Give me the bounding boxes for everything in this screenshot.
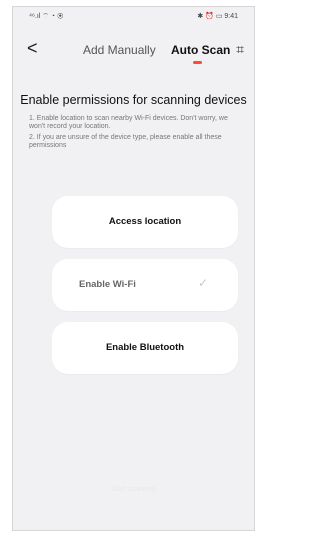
top-nav: < Add Manually Auto Scan ⌗	[13, 37, 254, 67]
app-screen: ⁴⁶.ıl ⌔ ◔ ◉ ✱ ⏰ ▭ 9:41 < Add Manually Au…	[12, 6, 255, 531]
start-scanning-button[interactable]: Start scanning	[13, 486, 254, 493]
enable-bluetooth-label: Enable Bluetooth	[105, 342, 185, 353]
back-button[interactable]: <	[27, 38, 38, 58]
check-icon: ✓	[197, 276, 208, 290]
tab-add-manually[interactable]: Add Manually	[83, 43, 156, 57]
tab-auto-scan[interactable]: Auto Scan	[171, 43, 230, 57]
scan-icon[interactable]: ⌗	[236, 41, 244, 58]
status-right-icons: ✱ ⏰ ▭ 9:41	[197, 13, 238, 20]
page-title: Enable permissions for scanning devices	[20, 93, 247, 107]
note-location: 1. Enable location to scan nearby Wi-Fi …	[29, 115, 228, 130]
access-location-button[interactable]: Access location	[52, 196, 238, 248]
note-permissions: 2. If you are unsure of the device type,…	[29, 134, 222, 149]
enable-wifi-button[interactable]: Enable Wi-Fi ✓	[52, 259, 238, 311]
status-bar: ⁴⁶.ıl ⌔ ◔ ◉ ✱ ⏰ ▭ 9:41	[13, 7, 254, 25]
permission-notes: 1. Enable location to scan nearby Wi-Fi …	[29, 115, 244, 153]
enable-wifi-label: Enable Wi-Fi	[79, 279, 136, 290]
status-left-icons: ⁴⁶.ıl ⌔ ◔ ◉	[29, 13, 64, 20]
access-location-label: Access location	[108, 216, 182, 227]
active-tab-indicator	[193, 61, 202, 64]
enable-bluetooth-button[interactable]: Enable Bluetooth	[52, 322, 238, 374]
